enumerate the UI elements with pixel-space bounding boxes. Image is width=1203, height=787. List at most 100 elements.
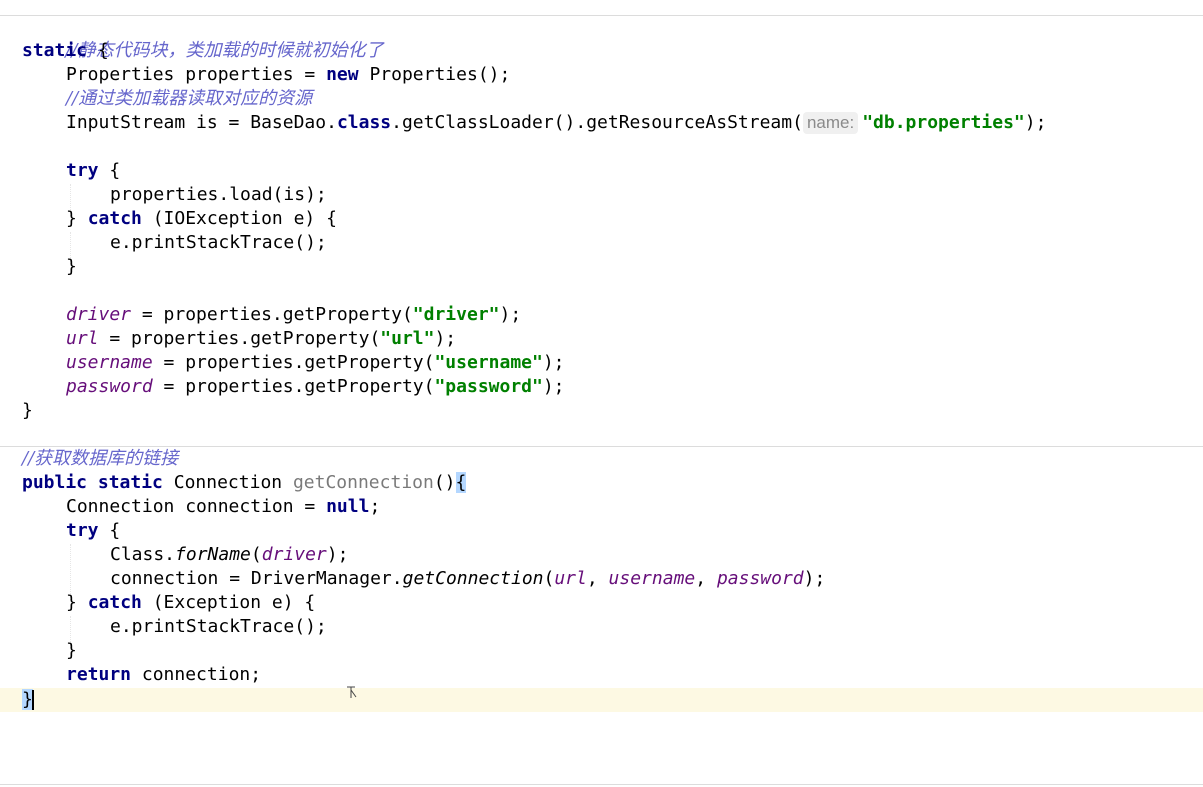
code-text: ); — [542, 376, 565, 397]
code-text: { — [98, 160, 121, 181]
keyword: public — [22, 472, 88, 493]
code-line[interactable]: } catch (IOException e) { — [22, 207, 337, 231]
code-line[interactable]: Properties properties = new Properties()… — [22, 63, 510, 87]
string-literal: "password" — [434, 376, 543, 397]
static-field: url — [554, 568, 587, 589]
string-literal: "url" — [380, 328, 435, 349]
code-line[interactable]: driver = properties.getProperty("driver"… — [22, 303, 521, 327]
code-line[interactable]: url = properties.getProperty("url"); — [22, 327, 456, 351]
code-text: } — [22, 400, 33, 421]
code-text: { — [98, 520, 121, 541]
code-line[interactable]: e.printStackTrace(); — [22, 615, 327, 639]
code-line[interactable]: } — [22, 399, 33, 423]
keyword: new — [326, 64, 359, 85]
code-line[interactable]: password = properties.getProperty("passw… — [22, 375, 565, 399]
code-line[interactable]: //获取数据库的链接 — [22, 447, 178, 471]
code-line[interactable]: } catch (Exception e) { — [22, 591, 315, 615]
static-field: username — [608, 568, 696, 589]
static-field: driver — [66, 304, 132, 325]
code-line[interactable]: static { — [22, 39, 109, 63]
editor-bottom-border — [0, 784, 1203, 785]
code-text: e.printStackTrace(); — [110, 616, 327, 637]
static-method: getConnection — [402, 568, 544, 589]
code-text: () — [433, 472, 456, 493]
code-text: , — [695, 568, 717, 589]
code-line[interactable]: //静态代码块，类加载的时候就初始化了 — [22, 15, 383, 61]
code-text: Properties properties = — [66, 64, 327, 85]
code-text: (IOException e) { — [141, 208, 337, 229]
code-line[interactable]: } — [22, 639, 77, 663]
static-field: password — [66, 376, 153, 397]
keyword: catch — [87, 592, 142, 613]
static-field: username — [66, 352, 153, 373]
code-line[interactable]: InputStream is = BaseDao.class.getClassL… — [22, 111, 1046, 135]
code-text: } — [66, 208, 88, 229]
code-text: connection = DriverManager. — [110, 568, 403, 589]
keyword: catch — [87, 208, 142, 229]
code-line[interactable]: //通过类加载器读取对应的资源 — [22, 87, 312, 111]
code-line[interactable]: Connection connection = null; — [22, 495, 380, 519]
code-text: } — [66, 592, 88, 613]
code-comment: //获取数据库的链接 — [22, 448, 179, 469]
string-literal: "db.properties" — [862, 112, 1025, 133]
code-text: = properties.getProperty( — [152, 376, 435, 397]
parameter-hint: name: — [802, 112, 859, 134]
code-text: ); — [542, 352, 565, 373]
code-text: ); — [803, 568, 826, 589]
method-separator — [0, 446, 1203, 447]
code-text: = properties.getProperty( — [152, 352, 435, 373]
code-text: ( — [250, 544, 262, 565]
code-line[interactable]: username = properties.getProperty("usern… — [22, 351, 565, 375]
code-text: ; — [369, 496, 381, 517]
code-text: { — [87, 40, 109, 61]
code-text: ( — [543, 568, 555, 589]
method-name: getConnection — [292, 472, 434, 493]
code-text: Class. — [110, 544, 176, 565]
code-line[interactable]: public static Connection getConnection()… — [22, 471, 467, 495]
static-field: password — [716, 568, 804, 589]
code-line[interactable]: } — [22, 255, 77, 279]
code-line[interactable]: connection = DriverManager.getConnection… — [22, 567, 825, 591]
code-text: ); — [434, 328, 457, 349]
keyword: return — [66, 664, 132, 685]
keyword: class — [336, 112, 392, 133]
code-text: .getClassLoader().getResourceAsStream( — [391, 112, 803, 133]
code-text: } — [66, 256, 77, 277]
code-text: ); — [326, 544, 349, 565]
code-text: Connection — [162, 472, 293, 493]
static-field: driver — [261, 544, 327, 565]
current-line-highlight — [0, 688, 1203, 712]
keyword: try — [66, 520, 99, 541]
string-literal: "username" — [434, 352, 543, 373]
code-comment: //通过类加载器读取对应的资源 — [66, 88, 313, 109]
code-text: , — [586, 568, 609, 589]
code-text: connection; — [131, 664, 262, 685]
code-text: (Exception e) { — [141, 592, 316, 613]
code-text: Connection connection = — [66, 496, 327, 517]
code-text: properties.load(is); — [110, 184, 327, 205]
keyword: static — [97, 472, 163, 493]
matched-brace: { — [455, 472, 467, 493]
code-line[interactable]: e.printStackTrace(); — [22, 231, 327, 255]
code-line[interactable]: try { — [22, 519, 120, 543]
string-literal: "driver" — [412, 304, 500, 325]
mouse-cursor-icon — [347, 686, 357, 698]
static-field: url — [66, 328, 99, 349]
code-comment: //静态代码块，类加载的时候就初始化了 — [65, 40, 384, 61]
code-line[interactable]: } — [22, 688, 34, 712]
code-editor[interactable]: //静态代码块，类加载的时候就初始化了 static { Properties … — [0, 0, 1203, 787]
text-caret — [31, 690, 34, 710]
code-text: Properties(); — [358, 64, 511, 85]
code-text: InputStream is = BaseDao. — [66, 112, 337, 133]
keyword: try — [66, 160, 99, 181]
code-text: ); — [499, 304, 522, 325]
code-text: = properties.getProperty( — [98, 328, 381, 349]
code-text: e.printStackTrace(); — [110, 232, 327, 253]
code-text: } — [66, 640, 77, 661]
code-line[interactable]: Class.forName(driver); — [22, 543, 348, 567]
code-line[interactable]: return connection; — [22, 663, 261, 687]
code-line[interactable]: properties.load(is); — [22, 183, 327, 207]
code-line[interactable]: try { — [22, 159, 120, 183]
code-text: ); — [1024, 112, 1047, 133]
keyword: static — [22, 40, 88, 61]
